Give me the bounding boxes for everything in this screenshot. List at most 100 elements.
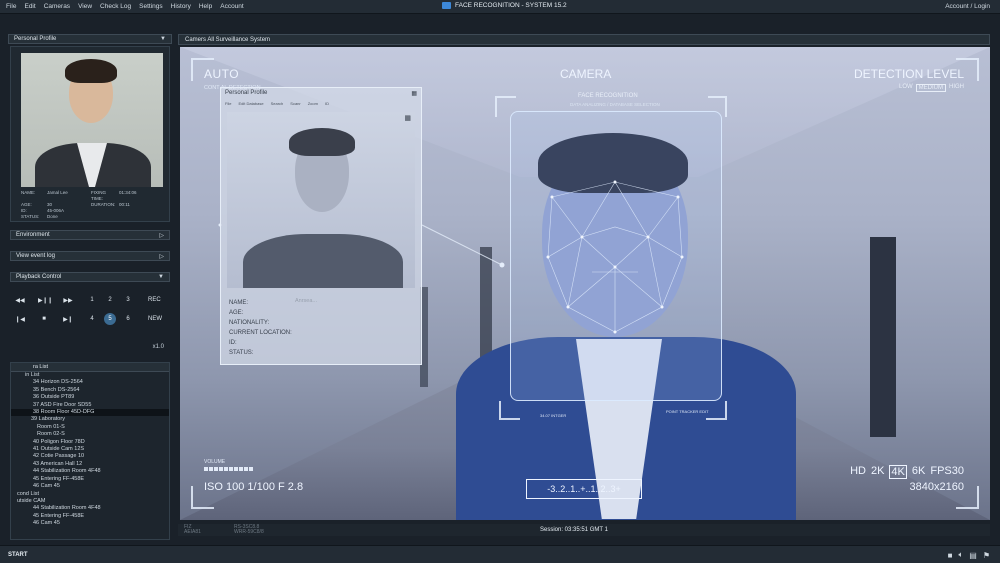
network-icon[interactable]: ▤ <box>969 551 977 560</box>
camera-list-item[interactable]: Room 02-S <box>11 431 169 438</box>
hud-auto: AUTO <box>204 67 240 81</box>
camera-list-item[interactable]: 40 Poligon Floor 78D <box>11 439 169 446</box>
volume-meter[interactable] <box>204 467 253 471</box>
resolution-options: HD 2K 4K 6K FPS30 <box>850 465 964 479</box>
code-left-2: AEIA81 <box>184 529 201 535</box>
status-label: STATUS: <box>21 214 40 219</box>
flag-icon[interactable]: ⚑ <box>983 551 990 560</box>
level-high[interactable]: HIGH <box>949 84 964 92</box>
channel-1-button[interactable]: 1 <box>86 294 98 306</box>
playback-control-label: Playback Control <box>16 274 62 280</box>
view-event-log-button[interactable]: View event log ▷ <box>10 251 170 261</box>
camera-list-item[interactable]: in List <box>11 372 169 379</box>
camera-list-item[interactable]: 45 Entering FF-458E <box>11 513 169 520</box>
hud-face-recognition-sub: DATA ANALIZING / DATABASE SELECTION <box>570 102 660 107</box>
level-low[interactable]: LOW <box>899 84 913 92</box>
camera-list-item[interactable]: 44 Stabilization Room 4F48 <box>11 468 169 475</box>
play-pause-icon[interactable]: ▶❙❙ <box>38 297 53 304</box>
menu-history[interactable]: History <box>171 3 191 10</box>
system-tray: ■ 🔈︎ ▤ ⚑ <box>948 550 990 560</box>
app-logo-icon <box>442 2 451 9</box>
hud-face-recognition-title: FACE RECOGNITION <box>578 93 638 99</box>
skip-forward-icon[interactable]: ▶❙ <box>62 316 74 323</box>
camera-list-item[interactable]: 36 Outside PT89 <box>11 394 169 401</box>
field-name-value: Anrsea... <box>295 298 318 304</box>
level-medium[interactable]: MEDIUM <box>915 84 946 92</box>
field-nationality-label: NATIONALITY: <box>229 320 270 326</box>
channel-4-button[interactable]: 4 <box>86 313 98 325</box>
start-button[interactable]: START <box>8 552 28 558</box>
camera-list-item[interactable]: 46 Cam 45 <box>11 520 169 527</box>
profile-card: NAME: Jamal Lee FIXING TIME: 01:34:06 AG… <box>10 46 170 222</box>
environment-button[interactable]: Environment ▷ <box>10 230 170 240</box>
camera-list-item[interactable]: 34 Horizon DS-2564 <box>11 379 169 386</box>
grid-icon[interactable]: ▦ <box>411 90 417 97</box>
channel-5-button[interactable]: 5 <box>104 313 116 325</box>
camera-list-item[interactable]: 39 Laboratory <box>11 416 169 423</box>
photo-body <box>243 234 403 288</box>
res-4k[interactable]: 4K <box>889 465 907 479</box>
menu-view[interactable]: View <box>78 3 92 10</box>
personal-profile-window[interactable]: Personal Profile ▦ File Edit Database Se… <box>220 87 422 365</box>
profile-header-label: Personal Profile <box>14 36 57 42</box>
res-2k[interactable]: 2K <box>871 465 884 479</box>
account-login-link[interactable]: Account / Login <box>945 3 990 10</box>
res-6k[interactable]: 6K <box>912 465 925 479</box>
mw-menu-edit-database[interactable]: Edit Database <box>238 101 263 106</box>
camera-list-item[interactable]: 41 Outside Cam 12S <box>11 446 169 453</box>
menu-help[interactable]: Help <box>199 3 212 10</box>
camera-list-item[interactable]: 44 Stabilization Room 4F48 <box>11 505 169 512</box>
menu-cameras[interactable]: Cameras <box>44 3 70 10</box>
skip-back-icon[interactable]: ❙◀ <box>14 316 26 323</box>
code-right: RS-3SC8.8 WRR-59C8/8 <box>234 525 264 535</box>
view-event-log-label: View event log <box>16 253 55 259</box>
hud-iso: ISO 100 1/100 F 2.8 <box>204 481 304 493</box>
res-hd[interactable]: HD <box>850 465 866 479</box>
profile-header[interactable]: Personal Profile ▼ <box>8 34 172 44</box>
menu-file[interactable]: File <box>6 3 16 10</box>
mw-menu-search[interactable]: Search <box>271 101 284 106</box>
playback-speed[interactable]: x1.0 <box>153 344 164 350</box>
channel-2-button[interactable]: 2 <box>104 294 116 306</box>
camera-list-item[interactable]: Room 01-S <box>11 424 169 431</box>
camera-list-item[interactable]: 45 Entering FF-458E <box>11 476 169 483</box>
camera-list-item[interactable]: utside CAM <box>11 498 169 505</box>
new-button[interactable]: NEW <box>148 316 162 322</box>
play-arrow-icon: ▷ <box>159 232 164 239</box>
camera-list-item[interactable]: cond List <box>11 491 169 498</box>
playback-row-2: ❙◀ ■ ▶❙ 4 5 6 NEW <box>14 313 162 325</box>
camera-list-item[interactable]: 35 Bench DS-2564 <box>11 387 169 394</box>
channel-3-button[interactable]: 3 <box>122 294 134 306</box>
menu-account[interactable]: Account <box>220 3 244 10</box>
res-fps[interactable]: FPS30 <box>930 465 964 479</box>
photo-hair <box>289 128 355 156</box>
camera-list-item[interactable]: 46 Cam 45 <box>11 483 169 490</box>
camera-list-item[interactable]: 43 American Hall 12 <box>11 461 169 468</box>
collapse-icon[interactable]: ▼ <box>160 36 166 42</box>
camera-list-item[interactable]: 38 Room Floor 45D-DFG <box>11 409 169 417</box>
menu-check-log[interactable]: Check Log <box>100 3 131 10</box>
camera-list-item[interactable]: 42 Cotie Passage 10 <box>11 453 169 460</box>
exposure-scale[interactable]: -3..2..1..+..1..2..3+ <box>526 479 642 499</box>
menu-settings[interactable]: Settings <box>139 3 163 10</box>
mw-menu-zoom[interactable]: Zoom <box>308 101 318 106</box>
channel-6-button[interactable]: 6 <box>122 313 134 325</box>
mw-menu-file[interactable]: File <box>225 101 231 106</box>
fast-forward-icon[interactable]: ▶▶ <box>62 297 74 304</box>
camera-list-item[interactable]: 37 ASD Fire Door SD55 <box>11 402 169 409</box>
name-label: NAME: <box>21 190 36 195</box>
rewind-icon[interactable]: ◀◀ <box>14 297 26 304</box>
status-value: Done <box>47 214 58 219</box>
camera-viewport[interactable]: Personal Profile ▦ File Edit Database Se… <box>180 47 990 520</box>
collapse-icon[interactable]: ▼ <box>158 274 164 280</box>
playback-control-header[interactable]: Playback Control ▼ <box>10 272 170 282</box>
rec-button[interactable]: REC <box>148 297 161 303</box>
mw-menu-scanr[interactable]: Scanr <box>290 101 300 106</box>
stop-icon[interactable]: ■ <box>38 316 50 322</box>
camera-icon[interactable]: ■ <box>948 551 953 560</box>
menu-edit[interactable]: Edit <box>24 3 35 10</box>
camera-list-header[interactable]: ra List <box>11 363 169 372</box>
volume-icon[interactable]: 🔈︎ <box>958 550 963 560</box>
mw-menu-id[interactable]: ID <box>325 101 329 106</box>
grid-icon[interactable]: ▦ <box>404 114 411 122</box>
